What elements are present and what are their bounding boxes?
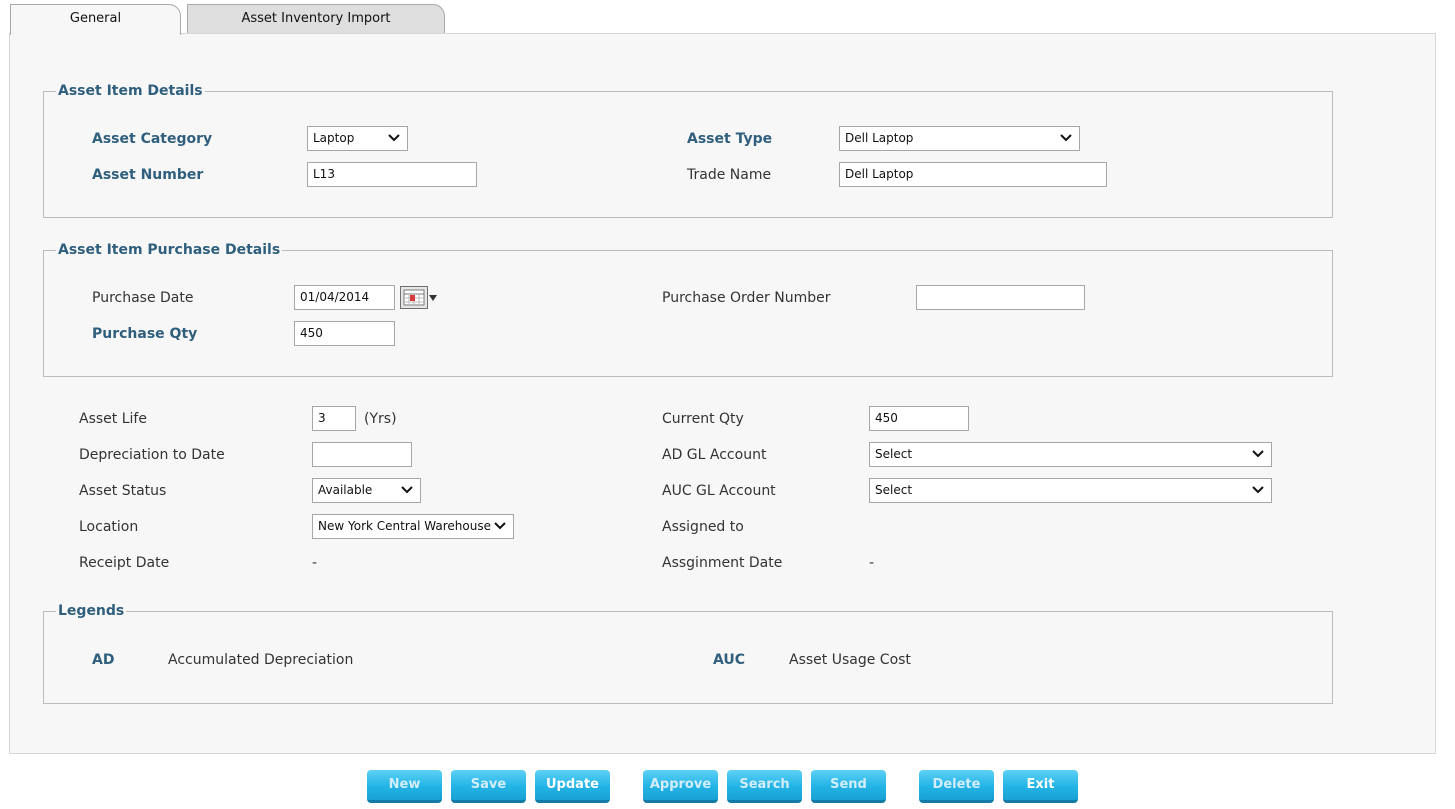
purchase-details-section: Asset Item Purchase Details xyxy=(43,240,1333,377)
purchase-date-label: Purchase Date xyxy=(92,290,194,306)
asset-status-label: Asset Status xyxy=(79,483,167,499)
location-value: New York Central Warehouse xyxy=(318,519,491,533)
auc-gl-account-value: Select xyxy=(875,483,913,497)
chevron-down-icon xyxy=(1060,134,1072,142)
receipt-date-value: - xyxy=(312,555,318,571)
legend-meaning-ad: Accumulated Depreciation xyxy=(168,652,354,668)
chevron-down-icon xyxy=(494,522,506,530)
chevron-down-icon xyxy=(1252,486,1264,494)
purchase-order-number-label: Purchase Order Number xyxy=(662,290,831,306)
asset-number-input[interactable]: L13 xyxy=(307,162,477,187)
save-button[interactable]: Save xyxy=(451,770,526,803)
location-select[interactable]: New York Central Warehouse xyxy=(312,514,514,539)
purchase-date-input[interactable]: 01/04/2014 xyxy=(294,285,395,310)
purchase-qty-label: Purchase Qty xyxy=(92,326,198,342)
asset-category-select[interactable]: Laptop xyxy=(307,126,408,151)
auc-gl-account-label: AUC GL Account xyxy=(662,483,776,499)
asset-item-details-legend: Asset Item Details xyxy=(56,81,205,101)
chevron-down-icon xyxy=(401,486,413,494)
send-button[interactable]: Send xyxy=(811,770,886,803)
trade-name-input[interactable]: Dell Laptop xyxy=(839,162,1107,187)
purchase-order-number-input[interactable] xyxy=(916,285,1085,310)
asset-item-details-section: Asset Item Details xyxy=(43,81,1333,218)
auc-gl-account-select[interactable]: Select xyxy=(869,478,1272,503)
assignment-date-value: - xyxy=(869,555,875,571)
legend-abbr-auc: AUC xyxy=(713,652,746,668)
purchase-details-legend: Asset Item Purchase Details xyxy=(56,240,283,260)
legends-legend: Legends xyxy=(56,601,127,621)
legend-meaning-auc: Asset Usage Cost xyxy=(789,652,911,668)
depreciation-to-date-label: Depreciation to Date xyxy=(79,447,225,463)
asset-status-value: Available xyxy=(318,483,373,497)
new-button[interactable]: New xyxy=(367,770,442,803)
exit-button[interactable]: Exit xyxy=(1003,770,1078,803)
depreciation-to-date-input[interactable] xyxy=(312,442,412,467)
current-qty-label: Current Qty xyxy=(662,411,744,427)
asset-type-label: Asset Type xyxy=(687,131,773,147)
asset-type-select[interactable]: Dell Laptop xyxy=(839,126,1080,151)
chevron-down-icon xyxy=(388,134,400,142)
asset-life-label: Asset Life xyxy=(79,411,147,427)
asset-category-value: Laptop xyxy=(313,131,355,145)
chevron-down-icon xyxy=(1252,450,1264,458)
form-panel: Asset Item Details Asset Category Laptop… xyxy=(9,33,1436,754)
asset-category-label: Asset Category xyxy=(92,131,213,147)
ad-gl-account-value: Select xyxy=(875,447,913,461)
asset-number-label: Asset Number xyxy=(92,167,204,183)
asset-life-unit: (Yrs) xyxy=(364,411,397,427)
purchase-qty-input[interactable]: 450 xyxy=(294,321,395,346)
trade-name-label: Trade Name xyxy=(687,167,772,183)
ad-gl-account-label: AD GL Account xyxy=(662,447,767,463)
assigned-to-label: Assigned to xyxy=(662,519,744,535)
receipt-date-label: Receipt Date xyxy=(79,555,170,571)
asset-life-input[interactable]: 3 xyxy=(312,406,356,431)
asset-status-select[interactable]: Available xyxy=(312,478,421,503)
delete-button[interactable]: Delete xyxy=(919,770,994,803)
calendar-icon[interactable] xyxy=(400,286,440,309)
tab-asset-inventory-import[interactable]: Asset Inventory Import xyxy=(187,4,445,34)
asset-type-value: Dell Laptop xyxy=(845,131,914,145)
legend-abbr-ad: AD xyxy=(92,652,115,668)
current-qty-input[interactable]: 450 xyxy=(869,406,969,431)
location-label: Location xyxy=(79,519,139,535)
approve-button[interactable]: Approve xyxy=(643,770,718,803)
update-button[interactable]: Update xyxy=(535,770,610,803)
ad-gl-account-select[interactable]: Select xyxy=(869,442,1272,467)
tab-general[interactable]: General xyxy=(10,4,181,35)
search-button[interactable]: Search xyxy=(727,770,802,803)
assignment-date-label: Assginment Date xyxy=(662,555,783,571)
